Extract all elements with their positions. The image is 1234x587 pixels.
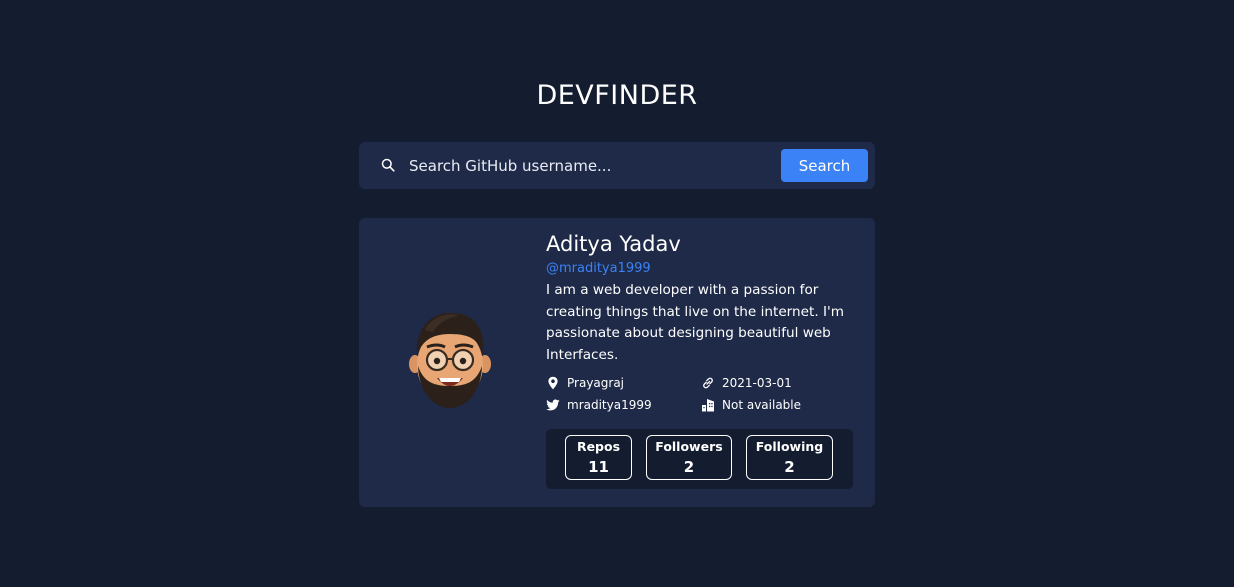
link-icon — [703, 377, 713, 389]
meta-location: Prayagraj — [546, 374, 624, 392]
avatar — [409, 312, 491, 408]
building-icon — [702, 399, 714, 412]
stat-following-label: Following — [755, 439, 824, 454]
profile-name: Aditya Yadav — [546, 232, 681, 256]
stat-followers-value: 2 — [683, 458, 695, 476]
stat-following: Following 2 — [746, 435, 833, 480]
twitter-icon — [546, 399, 560, 411]
search-bar: Search — [359, 142, 875, 189]
location-text: Prayagraj — [567, 376, 625, 390]
company-text: Not available — [722, 398, 802, 412]
twitter-text: mraditya1999 — [567, 398, 652, 412]
page: DEVFINDER Search GitHub username... Sear… — [0, 0, 1234, 587]
search-button[interactable]: Search — [781, 149, 868, 182]
app-title: DEVFINDER — [536, 80, 698, 111]
profile-card: Aditya Yadav @mraditya1999 I am a web de… — [359, 218, 875, 507]
stat-repos: Repos 11 — [565, 435, 632, 480]
stats-panel: Repos 11 Followers 2 Following 2 — [546, 429, 853, 489]
meta-twitter[interactable]: mraditya1999 — [546, 396, 652, 414]
stat-following-value: 2 — [784, 458, 795, 476]
blog-text: 2021-03-01 — [722, 376, 792, 390]
location-pin-icon — [548, 376, 558, 390]
profile-bio: I am a web developer with a passion for … — [546, 282, 844, 363]
stat-followers: Followers 2 — [646, 435, 732, 480]
meta-company: Not available — [701, 396, 801, 414]
stat-repos-value: 11 — [588, 458, 609, 476]
meta-blog[interactable]: 2021-03-01 — [701, 374, 792, 392]
profile-handle-link[interactable]: @mraditya1999 — [546, 261, 651, 276]
stat-repos-label: Repos — [576, 439, 621, 454]
search-icon — [381, 158, 395, 172]
stat-followers-label: Followers — [655, 439, 723, 454]
search-input[interactable] — [409, 150, 769, 181]
